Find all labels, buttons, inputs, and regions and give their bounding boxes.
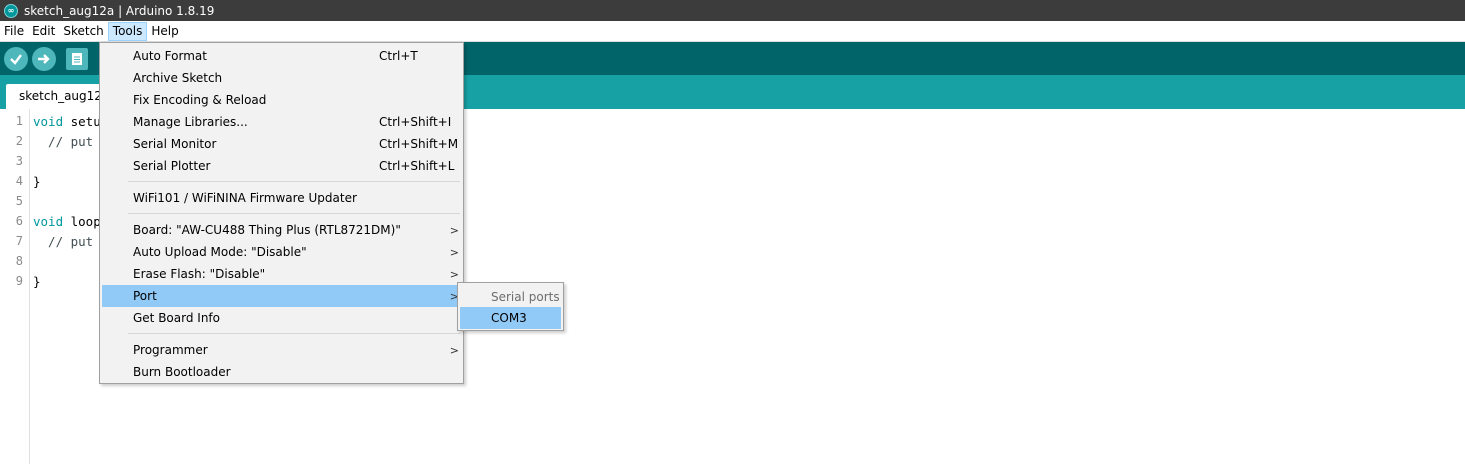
menu-item-auto-upload-mode[interactable]: Auto Upload Mode: "Disable" > [102,241,461,263]
menu-item-label: Burn Bootloader [133,365,231,379]
menu-item-label: Port [133,289,157,303]
menu-item-label: Archive Sketch [133,71,223,85]
line-number: 1 [15,114,23,128]
menu-item-programmer[interactable]: Programmer > [102,339,461,361]
line-number: 9 [15,274,23,288]
menu-item-label: Fix Encoding & Reload [133,93,267,107]
code-line: void loop [33,214,101,229]
menu-sketch[interactable]: Sketch [59,22,107,41]
menu-item-label: WiFi101 / WiFiNINA Firmware Updater [133,191,357,205]
line-number: 2 [15,134,23,148]
menu-bar: File Edit Sketch Tools Help [0,21,1465,42]
menu-item-shortcut: Ctrl+Shift+L [379,159,455,173]
menu-item-shortcut: Ctrl+Shift+M [379,137,459,151]
menu-item-label: Auto Upload Mode: "Disable" [133,245,307,259]
menu-item-label: Manage Libraries... [133,115,248,129]
menu-item-get-board-info[interactable]: Get Board Info [102,307,461,329]
verify-button[interactable] [4,46,28,71]
tools-menu: Auto Format Ctrl+T Archive Sketch Fix En… [99,42,464,384]
port-option-com3[interactable]: COM3 [460,307,561,329]
checkmark-icon [10,53,22,65]
arrow-right-icon [38,53,50,64]
menu-item-serial-monitor[interactable]: Serial Monitor Ctrl+Shift+M [102,133,461,155]
title-bar: ∞ sketch_aug12a | Arduino 1.8.19 [0,0,1465,21]
menu-item-fix-encoding[interactable]: Fix Encoding & Reload [102,89,461,111]
menu-item-shortcut: Ctrl+Shift+I [379,115,452,129]
line-number: 7 [15,234,23,248]
new-file-icon [72,52,82,65]
menu-item-label: Serial Plotter [133,159,211,173]
menu-file[interactable]: File [0,22,28,41]
line-number: 4 [15,174,23,188]
code-line: void setup [33,114,109,129]
menu-separator [128,213,460,214]
line-number: 6 [15,214,23,228]
line-number: 5 [15,194,23,208]
chevron-right-icon: > [449,223,459,237]
chevron-right-icon: > [449,245,459,259]
arduino-logo-icon: ∞ [4,3,18,18]
chevron-right-icon: > [449,343,459,357]
menu-item-firmware-updater[interactable]: WiFi101 / WiFiNINA Firmware Updater [102,187,461,209]
code-line: // put [33,234,94,249]
menu-item-label: Board: "AW-CU488 Thing Plus (RTL8721DM)" [133,223,401,237]
line-number-gutter: 1 2 3 4 5 6 7 8 9 [0,109,30,464]
menu-item-archive-sketch[interactable]: Archive Sketch [102,67,461,89]
menu-help[interactable]: Help [147,22,182,41]
port-submenu: Serial ports COM3 [457,282,564,331]
new-button[interactable] [66,47,88,70]
serial-ports-header: Serial ports [491,290,560,304]
menu-item-label: Programmer [133,343,208,357]
code-line: } [33,174,41,189]
menu-separator [128,181,460,182]
line-number: 3 [15,154,23,168]
chevron-right-icon: > [449,267,459,281]
menu-tools[interactable]: Tools [107,21,148,41]
menu-item-board[interactable]: Board: "AW-CU488 Thing Plus (RTL8721DM)"… [102,219,461,241]
menu-item-label: Auto Format [133,49,207,63]
menu-item-manage-libraries[interactable]: Manage Libraries... Ctrl+Shift+I [102,111,461,133]
menu-item-erase-flash[interactable]: Erase Flash: "Disable" > [102,263,461,285]
code-line: // put [33,134,94,149]
menu-item-port[interactable]: Port > [102,285,461,307]
menu-separator [128,333,460,334]
menu-item-burn-bootloader[interactable]: Burn Bootloader [102,361,461,383]
menu-item-label: Erase Flash: "Disable" [133,267,266,281]
code-line: } [33,274,41,289]
menu-item-shortcut: Ctrl+T [379,49,418,63]
line-number: 8 [15,254,23,268]
menu-edit[interactable]: Edit [28,22,59,41]
menu-item-auto-format[interactable]: Auto Format Ctrl+T [102,45,461,67]
menu-item-label: Serial Monitor [133,137,217,151]
upload-button[interactable] [32,46,56,71]
menu-item-label: Get Board Info [133,311,220,325]
menu-item-serial-plotter[interactable]: Serial Plotter Ctrl+Shift+L [102,155,461,177]
window-title: sketch_aug12a | Arduino 1.8.19 [24,3,215,18]
